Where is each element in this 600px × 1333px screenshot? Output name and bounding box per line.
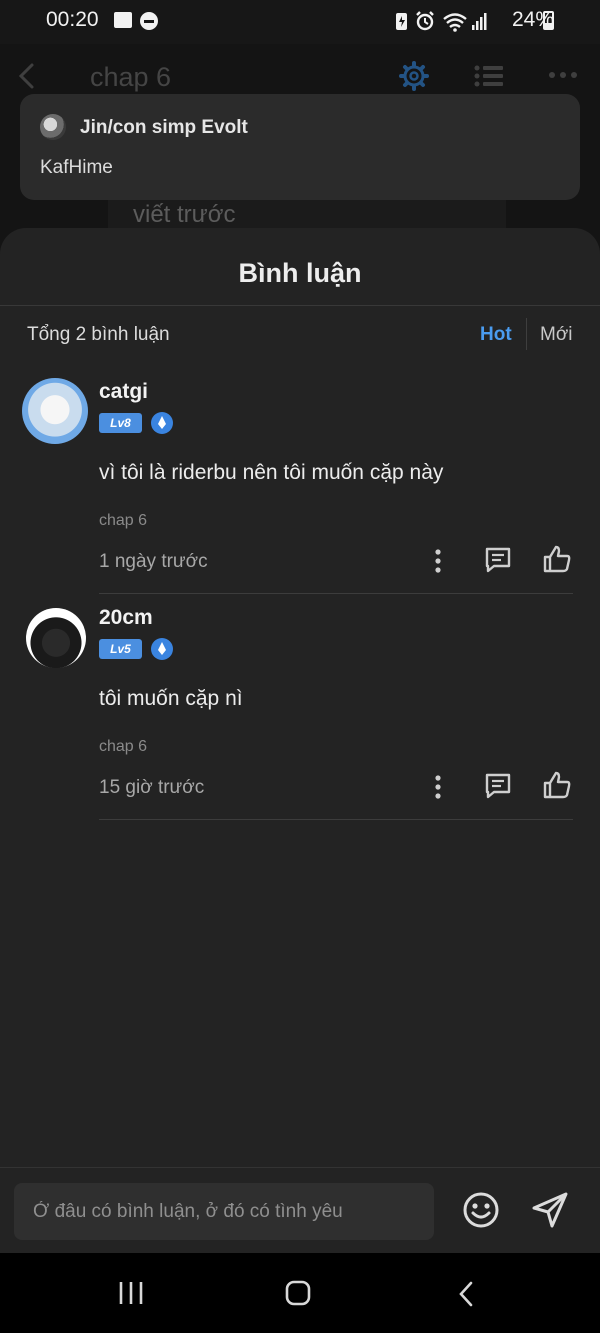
- avatar: [40, 114, 66, 140]
- comment-chapter[interactable]: chap 6: [99, 512, 147, 530]
- battery-saver-icon: [396, 13, 407, 30]
- comment-chapter[interactable]: chap 6: [99, 738, 147, 756]
- like-icon[interactable]: [542, 770, 572, 800]
- more-vertical-icon[interactable]: [425, 548, 451, 574]
- alarm-icon: [416, 11, 434, 31]
- more-vertical-icon[interactable]: [425, 774, 451, 800]
- comment-input-bar: [0, 1167, 600, 1253]
- comment-time: 15 giờ trước: [99, 777, 205, 798]
- image-icon: [114, 12, 132, 28]
- sort-hot-tab[interactable]: Hot: [480, 324, 512, 346]
- comment-text: vì tôi là riderbu nên tôi muốn cặp này: [99, 461, 444, 484]
- divider: [526, 318, 527, 350]
- avatar[interactable]: [26, 608, 86, 668]
- sheet-title: Bình luận: [238, 258, 362, 288]
- popup-user-name: Jin/con simp Evolt: [80, 117, 248, 138]
- comment-text: tôi muốn cặp nì: [99, 687, 243, 710]
- comment-input[interactable]: [14, 1183, 434, 1240]
- divider: [99, 593, 573, 594]
- signal-icon: [472, 13, 487, 30]
- recent-apps-icon[interactable]: [117, 1280, 145, 1306]
- battery-icon: [543, 11, 554, 30]
- emoji-icon[interactable]: [461, 1190, 501, 1230]
- comment-time: 1 ngày trước: [99, 551, 208, 572]
- system-nav-bar: [0, 1253, 600, 1333]
- reply-icon[interactable]: [484, 546, 512, 574]
- status-time: 00:20: [46, 8, 99, 31]
- comment-item: 20cm Lv5 tôi muốn cặp nì chap 6 15 giờ t…: [0, 604, 600, 830]
- comment-total: Tổng 2 bình luận: [27, 324, 170, 345]
- send-icon[interactable]: [530, 1190, 570, 1230]
- user-popup-card[interactable]: Jin/con simp Evolt KafHime: [20, 94, 580, 200]
- popup-user-text: KafHime: [40, 157, 113, 178]
- reply-icon[interactable]: [484, 772, 512, 800]
- gem-icon: [151, 412, 173, 434]
- divider: [0, 305, 600, 306]
- comment-item: catgi Lv8 vì tôi là riderbu nên tôi muốn…: [0, 378, 600, 604]
- sort-new-tab[interactable]: Mới: [540, 324, 573, 346]
- home-icon[interactable]: [285, 1280, 311, 1306]
- level-badge: Lv8: [99, 413, 142, 433]
- comments-sheet: Bình luận Tổng 2 bình luận Hot Mới catgi…: [0, 228, 600, 1253]
- level-badge: Lv5: [99, 639, 142, 659]
- wifi-icon: [443, 13, 467, 32]
- status-bar: 00:20 24%: [0, 0, 600, 44]
- status-icons: [396, 11, 487, 32]
- dnd-icon: [140, 12, 158, 30]
- comment-user[interactable]: catgi: [99, 380, 148, 404]
- comment-user[interactable]: 20cm: [99, 606, 153, 630]
- back-icon[interactable]: [456, 1280, 476, 1308]
- gem-icon: [151, 638, 173, 660]
- divider: [99, 819, 573, 820]
- avatar[interactable]: [22, 378, 88, 444]
- like-icon[interactable]: [542, 544, 572, 574]
